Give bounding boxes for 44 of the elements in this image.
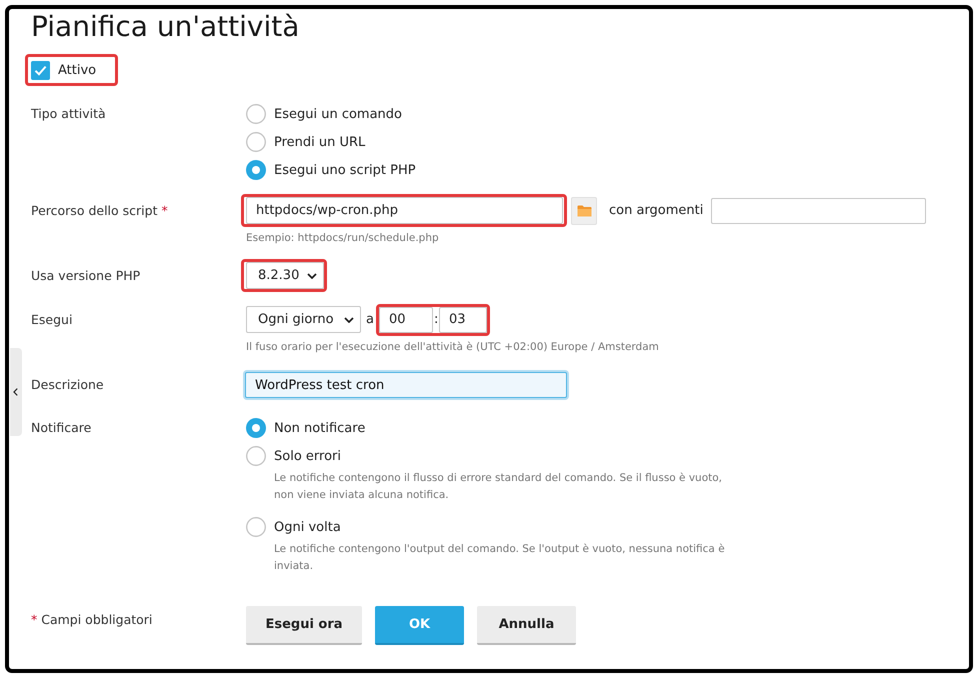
option-label: Solo errori <box>274 448 341 464</box>
hour-input[interactable]: 00 <box>378 306 433 332</box>
field-label: Tipo attività <box>31 105 106 123</box>
page-title: Pianifica un'attività <box>31 9 300 45</box>
field-label: Notificare <box>31 419 92 437</box>
php-version-dropdown[interactable]: 8.2.30 <box>246 262 324 289</box>
radio-button[interactable] <box>246 517 266 537</box>
option-label: Ogni volta <box>274 520 341 534</box>
radio-button[interactable] <box>246 418 266 438</box>
hint-text: Le notifiche contengono l'output del comando. Se l'output è vuoto, nessuna notifica è inviata. <box>274 542 726 574</box>
folder-icon <box>576 204 592 216</box>
field-label: Usa versione PHP <box>31 267 140 285</box>
frequency-dropdown[interactable]: Ogni giorno <box>246 306 361 333</box>
required-fields-note: * Campi obbligatori <box>31 611 152 629</box>
hint-text: Le notifiche contengono il flusso di errore standard del comando. Se il flusso è vuoto, non viene inviata alcuna notifica. <box>274 471 724 502</box>
radio-button[interactable] <box>246 160 266 180</box>
chevron-down-icon <box>307 272 317 278</box>
script-path-input[interactable]: httpdocs/wp-cron.php <box>246 197 563 224</box>
chevron-down-icon <box>344 316 354 322</box>
action-button[interactable]: Annulla <box>477 606 576 645</box>
checkbox-label: Attivo <box>58 62 96 78</box>
option-label: Esegui un comando <box>274 106 402 122</box>
option-label: Prendi un URL <box>274 134 366 150</box>
chevron-left-icon <box>13 388 18 396</box>
option-label: Esegui uno script PHP <box>274 162 416 178</box>
browse-button[interactable] <box>571 196 597 224</box>
radio-button[interactable] <box>246 446 266 466</box>
option-label: Non notificare <box>274 420 366 436</box>
minute-input[interactable]: 03 <box>438 306 487 332</box>
field-label: Descrizione <box>31 376 104 394</box>
field-label: Percorso dello script * <box>31 202 168 220</box>
radio-button[interactable] <box>246 104 266 124</box>
radio-button[interactable] <box>246 132 266 152</box>
checkbox[interactable] <box>31 60 50 80</box>
time-separator: : <box>434 312 438 327</box>
field-label: a <box>366 312 374 327</box>
hint-text: Esempio: httpdocs/run/schedule.php <box>246 231 439 245</box>
collapse-handle[interactable] <box>10 348 22 436</box>
field-label: Esegui <box>31 311 72 329</box>
field-label: con argomenti <box>609 203 704 218</box>
arguments-input[interactable] <box>711 198 926 224</box>
hint-text: Il fuso orario per l'esecuzione dell'attività è (UTC +02:00) Europe / Amsterdam <box>246 340 659 354</box>
description-input[interactable]: WordPress test cron <box>245 372 567 398</box>
action-button[interactable]: Esegui ora <box>246 606 362 645</box>
